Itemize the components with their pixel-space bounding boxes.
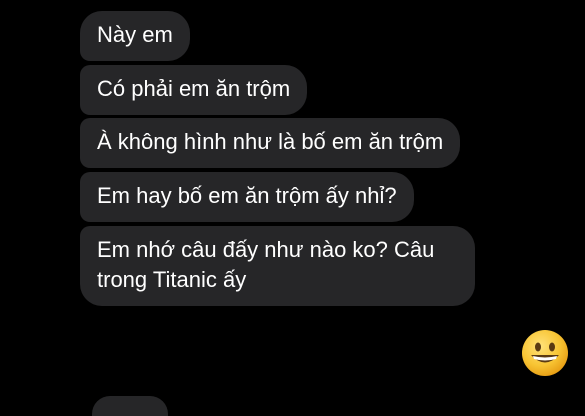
message-text: À không hình như là bố em ăn trộm xyxy=(97,129,444,154)
message-bubble[interactable]: Này em xyxy=(80,11,190,61)
message-bubble[interactable]: Em nhớ câu đấy như nào ko? Câu trong Tit… xyxy=(80,226,475,306)
grinning-face-icon xyxy=(522,330,568,376)
grinning-face-emoji-icon[interactable] xyxy=(520,328,570,378)
partial-message-bubble xyxy=(92,396,168,416)
message-text: Em nhớ câu đấy như nào ko? Câu trong Tit… xyxy=(97,237,435,292)
message-text: Này em xyxy=(97,22,173,47)
message-bubble[interactable]: À không hình như là bố em ăn trộm xyxy=(80,118,461,168)
chat-thread: Này em Có phải em ăn trộm À không hình n… xyxy=(0,0,585,416)
message-bubble[interactable]: Có phải em ăn trộm xyxy=(80,65,308,115)
message-bubble[interactable]: Em hay bố em ăn trộm ấy nhỉ? xyxy=(80,172,414,222)
message-text: Có phải em ăn trộm xyxy=(97,76,291,101)
message-text: Em hay bố em ăn trộm ấy nhỉ? xyxy=(97,183,397,208)
